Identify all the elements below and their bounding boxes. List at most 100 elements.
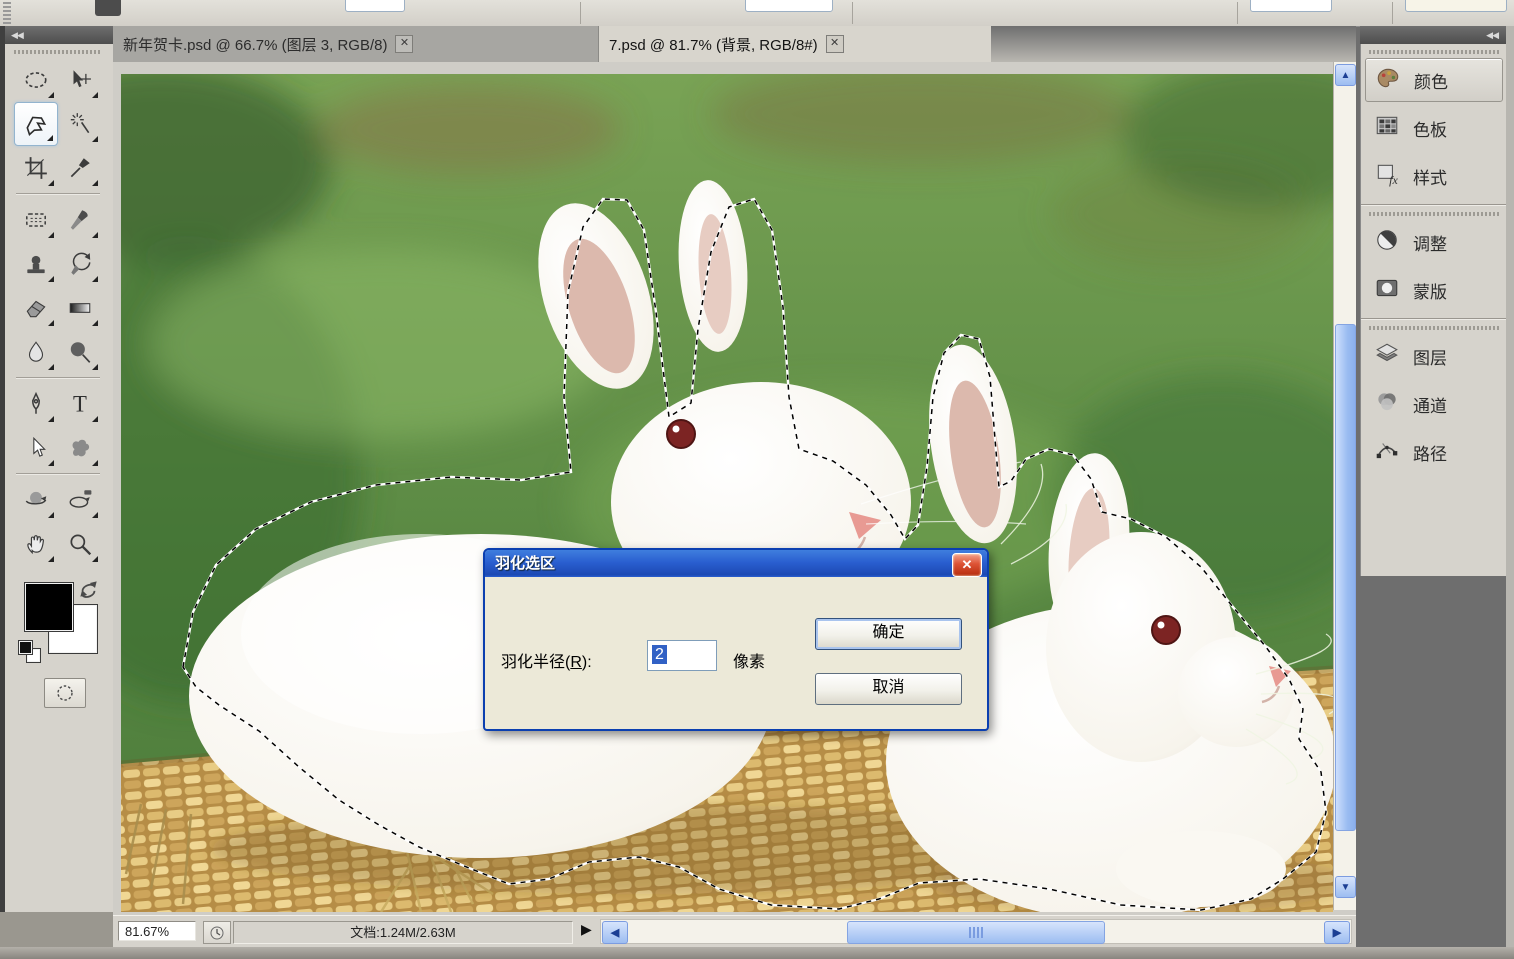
tab-label: 新年贺卡.psd @ 66.7% (图层 3, RGB/8) [123, 34, 387, 55]
blur-tool[interactable] [14, 330, 58, 374]
custom-shape-tool[interactable] [58, 426, 102, 470]
panel-button-label: 路径 [1413, 440, 1447, 465]
toolbox-panel: ◀◀ [0, 26, 114, 912]
panel-button-label: 调整 [1413, 230, 1447, 255]
zoom-tool[interactable] [58, 522, 102, 566]
timer-icon[interactable] [203, 921, 231, 944]
panel-button-adjustments[interactable]: 调整 [1365, 220, 1503, 264]
dock-collapse-button[interactable]: ◀◀ [1360, 26, 1506, 44]
status-flyout-icon[interactable]: ▶ [581, 921, 592, 938]
feather-radius-label: 羽化半径(R): [501, 648, 592, 672]
panel-button-label: 颜色 [1414, 68, 1448, 93]
crop-tool[interactable] [14, 146, 58, 190]
hand-tool[interactable] [14, 522, 58, 566]
tool-options-bar [0, 0, 1514, 27]
panel-button-swatches[interactable]: 色板 [1365, 106, 1503, 150]
cancel-button[interactable]: 取消 [815, 673, 962, 705]
options-input-partial[interactable] [345, 0, 405, 12]
photoshop-window: ◀◀ [0, 0, 1514, 959]
3d-orbit-tool[interactable] [58, 478, 102, 522]
document-tab-bar: 新年贺卡.psd @ 66.7% (图层 3, RGB/8) ✕ 7.psd @… [113, 26, 1356, 62]
document-size-info[interactable]: 文档:1.24M/2.63M [233, 921, 573, 944]
default-colors-icon[interactable] [18, 640, 33, 655]
adjustments-icon [1373, 227, 1401, 258]
right-panel-dock: ◀◀ 颜色 色板 fx 样式 调整 蒙版 [1360, 26, 1506, 959]
dialog-title: 羽化选区 [495, 555, 555, 572]
document-tab-active[interactable]: 7.psd @ 81.7% (背景, RGB/8#) ✕ [599, 26, 991, 62]
options-grip [3, 0, 11, 24]
toolbox-drag-handle[interactable] [14, 50, 100, 54]
layers-icon [1373, 341, 1401, 372]
status-bar: 81.67% 文档:1.24M/2.63M ▶ ◀ ▶ [113, 915, 1356, 948]
panel-drag-handle[interactable] [1369, 326, 1499, 330]
vertical-scrollbar[interactable]: ▲ ▼ [1333, 62, 1356, 910]
collapse-left-icon: ◀◀ [11, 30, 23, 40]
panel-button-channels[interactable]: 通道 [1365, 382, 1503, 426]
eyedropper-tool[interactable] [58, 146, 102, 190]
panel-button-label: 通道 [1413, 392, 1447, 417]
options-input-partial[interactable] [1250, 0, 1332, 12]
color-palette-icon [1374, 65, 1402, 96]
masks-icon [1373, 275, 1401, 306]
panel-button-layers[interactable]: 图层 [1365, 334, 1503, 378]
panel-drag-handle[interactable] [1369, 212, 1499, 216]
dialog-title-bar[interactable]: 羽化选区 [485, 550, 987, 577]
scroll-up-icon[interactable]: ▲ [1335, 64, 1356, 86]
svg-text:fx: fx [1389, 172, 1398, 186]
pixels-unit-label: 像素 [733, 648, 765, 672]
document-canvas[interactable] [121, 74, 1333, 912]
feather-radius-input[interactable]: 2 [647, 640, 717, 671]
options-input-partial[interactable] [745, 0, 833, 12]
ok-button[interactable]: 确定 [815, 618, 962, 650]
selected-input-text: 2 [652, 645, 667, 664]
panel-drag-handle[interactable] [1369, 50, 1499, 54]
panel-button-label: 色板 [1413, 116, 1447, 141]
scroll-right-icon[interactable]: ▶ [1324, 921, 1350, 944]
tab-close-icon[interactable]: ✕ [395, 35, 413, 53]
swap-colors-icon[interactable] [78, 578, 100, 605]
collapse-right-icon: ◀◀ [1486, 30, 1498, 40]
options-input-partial[interactable] [1405, 0, 1507, 12]
panel-button-paths[interactable]: 路径 [1365, 430, 1503, 474]
document-tab-inactive[interactable]: 新年贺卡.psd @ 66.7% (图层 3, RGB/8) ✕ [113, 26, 599, 62]
tool-preset-thumb[interactable] [95, 0, 121, 16]
polygonal-lasso-tool[interactable] [14, 102, 58, 146]
patch-tool[interactable] [14, 198, 58, 242]
canvas-area: ▲ ▼ [113, 62, 1356, 915]
clone-stamp-tool[interactable] [14, 242, 58, 286]
horizontal-scrollbar[interactable]: ◀ ▶ [600, 919, 1352, 944]
elliptical-marquee-tool[interactable] [14, 58, 58, 102]
vertical-scroll-thumb[interactable] [1335, 324, 1356, 831]
zoom-level-field[interactable]: 81.67% [118, 921, 196, 941]
styles-fx-icon: fx [1373, 161, 1401, 192]
move-tool[interactable] [58, 58, 102, 102]
panel-button-label: 图层 [1413, 344, 1447, 369]
history-brush-tool[interactable] [58, 242, 102, 286]
type-tool[interactable]: T [58, 382, 102, 426]
scroll-left-icon[interactable]: ◀ [602, 921, 628, 944]
path-selection-tool[interactable] [14, 426, 58, 470]
tab-label: 7.psd @ 81.7% (背景, RGB/8#) [609, 34, 818, 55]
tab-close-icon[interactable]: ✕ [826, 35, 844, 53]
3d-rotate-tool[interactable] [14, 478, 58, 522]
horizontal-scroll-thumb[interactable] [847, 921, 1105, 944]
burn-tool[interactable] [58, 330, 102, 374]
eraser-tool[interactable] [14, 286, 58, 330]
swatches-grid-icon [1373, 113, 1401, 144]
scroll-down-icon[interactable]: ▼ [1335, 876, 1356, 898]
panel-button-label: 样式 [1413, 164, 1447, 189]
pen-tool[interactable] [14, 382, 58, 426]
svg-text:T: T [73, 392, 87, 417]
magic-wand-tool[interactable] [58, 102, 102, 146]
dialog-close-icon[interactable]: ✕ [952, 553, 982, 577]
gradient-tool[interactable] [58, 286, 102, 330]
toolbox-collapse-button[interactable]: ◀◀ [5, 26, 113, 44]
panel-button-masks[interactable]: 蒙版 [1365, 268, 1503, 312]
panel-button-color[interactable]: 颜色 [1365, 58, 1503, 102]
quick-mask-button[interactable] [44, 678, 86, 708]
panel-button-styles[interactable]: fx 样式 [1365, 154, 1503, 198]
feather-selection-dialog: 羽化选区 ✕ 羽化半径(R): 2 像素 确定 取消 [483, 548, 989, 731]
foreground-color-swatch[interactable] [24, 582, 74, 632]
brush-tool[interactable] [58, 198, 102, 242]
channels-icon [1373, 389, 1401, 420]
